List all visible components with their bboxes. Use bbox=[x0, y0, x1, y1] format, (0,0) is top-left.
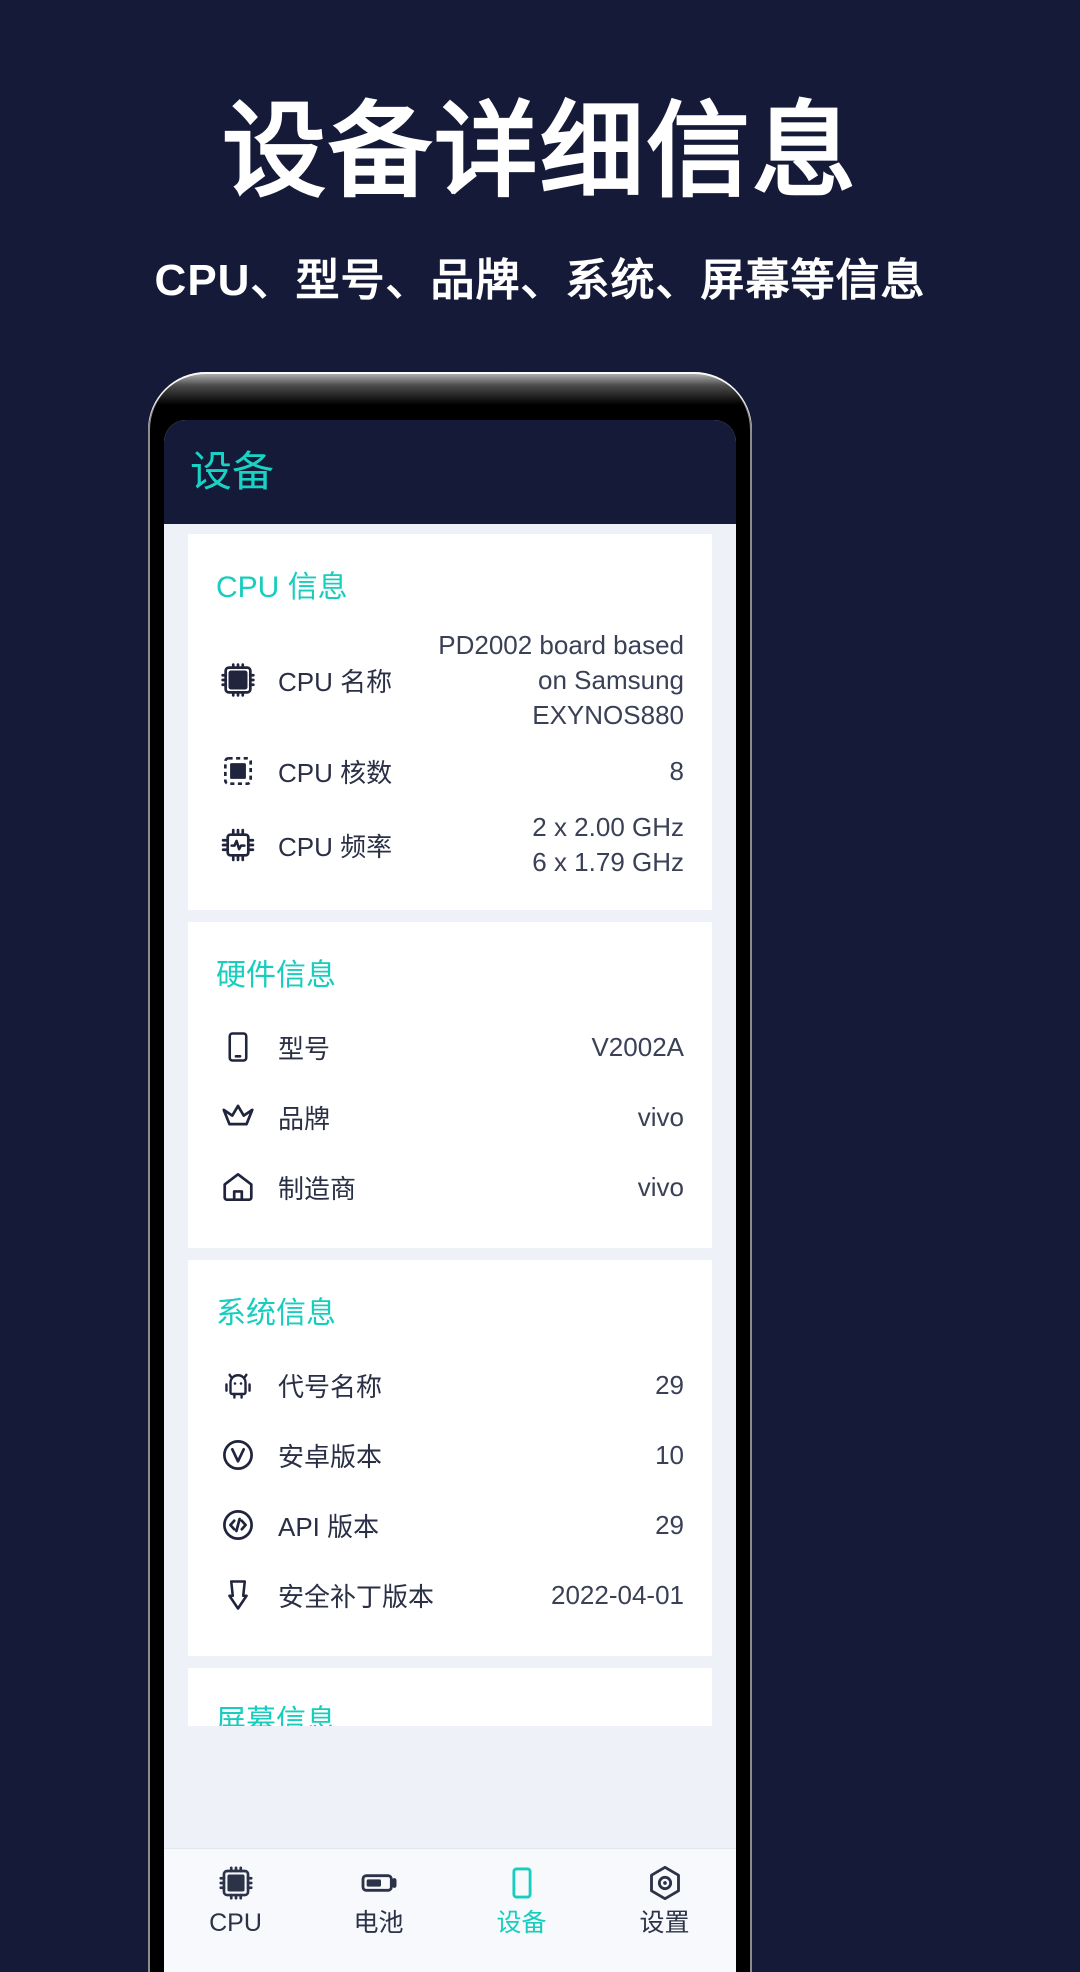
cpu-chip-icon bbox=[216, 658, 260, 702]
page-title: 设备 bbox=[190, 448, 275, 495]
list-item-label: 安卓版本 bbox=[278, 1441, 383, 1472]
tab-label: CPU bbox=[209, 1909, 262, 1937]
list-item-label: CPU 核数 bbox=[278, 757, 393, 788]
crown-icon bbox=[216, 1095, 260, 1139]
card-title: 硬件信息 bbox=[216, 959, 336, 993]
bottom-tab-bar: CPU 电池 设备 设置 bbox=[164, 1848, 736, 1972]
phone-mockup: 设备 CPU 信息 CPU 名称 PD2002 board based on S… bbox=[148, 372, 752, 1972]
list-item[interactable]: CPU 名称 PD2002 board based on Samsung EXY… bbox=[216, 624, 684, 736]
promo-title: 设备详细信息 bbox=[221, 94, 858, 210]
list-item-value: V2002A bbox=[591, 1031, 684, 1062]
phone-screen: 设备 CPU 信息 CPU 名称 PD2002 board based on S… bbox=[164, 420, 736, 1972]
list-item[interactable]: 安全补丁版本 2022-04-01 bbox=[216, 1560, 684, 1630]
list-item[interactable]: 安卓版本 10 bbox=[216, 1420, 684, 1490]
tab-label: 电池 bbox=[353, 1909, 404, 1937]
list-item[interactable]: CPU 核数 8 bbox=[216, 736, 684, 806]
settings-gear-icon bbox=[645, 1863, 685, 1903]
list-item[interactable]: CPU 频率 2 x 2.00 GHz 6 x 1.79 GHz bbox=[216, 806, 684, 884]
list-item-label: API 版本 bbox=[278, 1511, 380, 1542]
list-item[interactable]: 制造商 vivo bbox=[216, 1152, 684, 1222]
code-circle-icon bbox=[216, 1503, 260, 1547]
list-item-label: 型号 bbox=[278, 1033, 331, 1064]
patch-download-icon bbox=[216, 1573, 260, 1617]
version-circle-icon bbox=[216, 1433, 260, 1477]
cpu-frequency-icon bbox=[216, 823, 260, 867]
device-icon bbox=[504, 1863, 540, 1903]
list-item-label: 品牌 bbox=[278, 1103, 331, 1134]
list-item[interactable]: API 版本 29 bbox=[216, 1490, 684, 1560]
list-item-value: 29 bbox=[655, 1369, 684, 1400]
android-icon bbox=[216, 1363, 260, 1407]
list-item-value: 8 bbox=[669, 756, 684, 787]
card-screen-info: 屏幕信息 bbox=[188, 1668, 712, 1727]
tab-battery[interactable]: 电池 bbox=[307, 1863, 450, 1936]
list-item[interactable]: 品牌 vivo bbox=[216, 1082, 684, 1152]
battery-icon bbox=[359, 1863, 399, 1903]
list-item-label: 代号名称 bbox=[278, 1371, 383, 1402]
list-item-label: 安全补丁版本 bbox=[278, 1581, 435, 1612]
cpu-cores-icon bbox=[216, 749, 260, 793]
card-hardware-info: 硬件信息 型号 V2002A 品牌 vivo 制造商 vivo bbox=[188, 922, 712, 1249]
list-item-label: 制造商 bbox=[278, 1173, 357, 1204]
list-item[interactable]: 代号名称 29 bbox=[216, 1350, 684, 1420]
promo-subtitle: CPU、型号、品牌、系统、屏幕等信息 bbox=[154, 256, 926, 306]
promo-header: 设备详细信息 CPU、型号、品牌、系统、屏幕等信息 bbox=[0, 0, 1080, 308]
app-bar: 设备 bbox=[164, 420, 736, 524]
phone-icon bbox=[216, 1025, 260, 1069]
list-item-label: CPU 频率 bbox=[278, 831, 393, 862]
list-item-value: PD2002 board based on Samsung EXYNOS880 bbox=[438, 630, 684, 730]
list-item[interactable]: 型号 V2002A bbox=[216, 1012, 684, 1082]
tab-device[interactable]: 设备 bbox=[450, 1863, 593, 1936]
list-item-value: 2 x 2.00 GHz 6 x 1.79 GHz bbox=[532, 812, 684, 878]
cpu-chip-icon bbox=[217, 1863, 255, 1903]
card-system-info: 系统信息 代号名称 29 安卓版本 10 API 版本 29 安全补丁版本 20… bbox=[188, 1260, 712, 1657]
list-item-value: vivo bbox=[637, 1101, 684, 1132]
tab-label: 设置 bbox=[639, 1909, 690, 1937]
tab-cpu[interactable]: CPU bbox=[164, 1863, 307, 1936]
tab-label: 设备 bbox=[496, 1909, 547, 1937]
card-title: 屏幕信息 bbox=[216, 1705, 336, 1727]
list-item-value: 10 bbox=[655, 1439, 684, 1470]
list-item-value: 29 bbox=[655, 1509, 684, 1540]
list-item-value: 2022-04-01 bbox=[551, 1579, 684, 1610]
card-cpu-info: CPU 信息 CPU 名称 PD2002 board based on Sams… bbox=[188, 534, 712, 911]
home-icon bbox=[216, 1165, 260, 1209]
tab-settings[interactable]: 设置 bbox=[593, 1863, 736, 1936]
scroll-content[interactable]: CPU 信息 CPU 名称 PD2002 board based on Sams… bbox=[164, 524, 736, 1848]
card-title: CPU 信息 bbox=[216, 571, 348, 604]
card-title: 系统信息 bbox=[216, 1297, 336, 1331]
list-item-value: vivo bbox=[637, 1171, 684, 1202]
list-item-label: CPU 名称 bbox=[278, 666, 393, 697]
